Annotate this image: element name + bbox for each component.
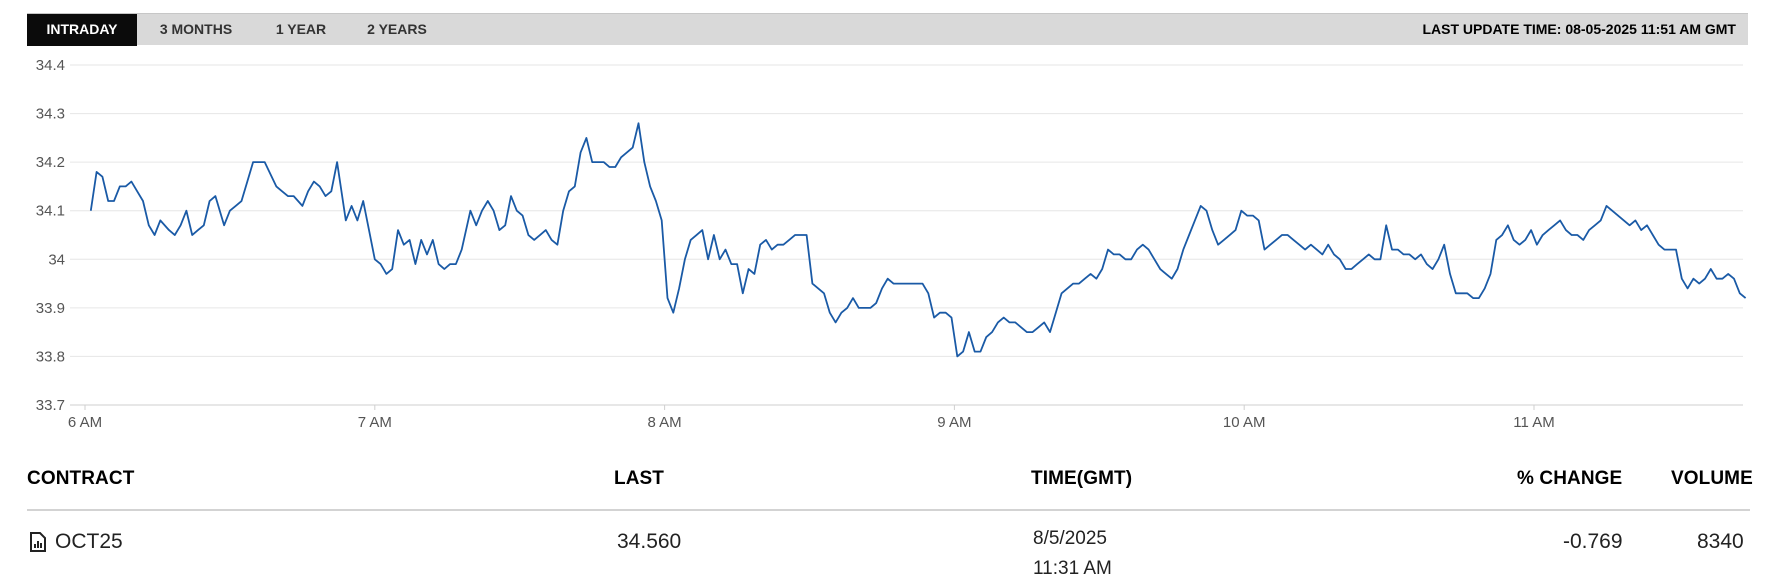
- y-tick-label: 34.2: [36, 154, 65, 171]
- intraday-price-chart: 34.4 34.3 34.2 34.1 34 33.9 33.8 33.7 6 AM 7 AM 8…: [36, 57, 1747, 431]
- volume: 8340: [1697, 530, 1744, 553]
- col-header-change: % CHANGE: [1517, 468, 1623, 489]
- tab-1-year[interactable]: 1 YEAR: [271, 14, 331, 46]
- last-update-time: LAST UPDATE TIME: 08-05-2025 11:51 AM GM…: [1422, 21, 1736, 37]
- timeframe-tab-bar: INTRADAY 3 MONTHS 1 YEAR 2 YEARS LAST UP…: [27, 13, 1748, 46]
- trade-date: 8/5/2025: [1033, 528, 1107, 549]
- y-axis-ticks: 34.4 34.3 34.2 34.1 34 33.9 33.8 33.7: [36, 57, 65, 414]
- y-tick-label: 34: [48, 251, 65, 268]
- y-tick-label: 34.1: [36, 203, 65, 220]
- y-tick-label: 33.9: [36, 300, 65, 317]
- col-header-contract: CONTRACT: [27, 468, 135, 489]
- x-tick-label: 7 AM: [358, 414, 392, 431]
- x-tick-label: 11 AM: [1513, 414, 1554, 431]
- tab-2-years[interactable]: 2 YEARS: [361, 14, 433, 46]
- x-tick-label: 9 AM: [937, 414, 971, 431]
- col-header-volume: VOLUME: [1671, 468, 1753, 489]
- x-tick-label: 6 AM: [68, 414, 102, 431]
- tab-intraday[interactable]: INTRADAY: [27, 14, 137, 46]
- series-layer: [89, 122, 1747, 358]
- last-price: 34.560: [617, 530, 682, 553]
- x-tick-label: 10 AM: [1223, 414, 1266, 431]
- table-header-divider: [27, 509, 1750, 511]
- y-tick-label: 33.7: [36, 397, 65, 414]
- contract-name[interactable]: OCT25: [55, 530, 123, 554]
- trade-time: 11:31 AM: [1033, 558, 1112, 579]
- y-tick-label: 34.4: [36, 57, 65, 74]
- percent-change: -0.769: [1563, 530, 1623, 553]
- report-document-icon[interactable]: [29, 532, 47, 552]
- x-axis-ticks: 6 AM 7 AM 8 AM 9 AM 10 AM 11 AM: [68, 405, 1555, 431]
- price-series-line: [89, 122, 1747, 358]
- y-tick-label: 33.8: [36, 348, 65, 365]
- chart-gridlines: [70, 64, 1743, 406]
- y-tick-label: 34.3: [36, 106, 65, 123]
- x-tick-label: 8 AM: [648, 414, 682, 431]
- col-header-last: LAST: [614, 468, 665, 489]
- col-header-time: TIME(GMT): [1031, 468, 1133, 489]
- tab-3-months[interactable]: 3 MONTHS: [154, 14, 238, 46]
